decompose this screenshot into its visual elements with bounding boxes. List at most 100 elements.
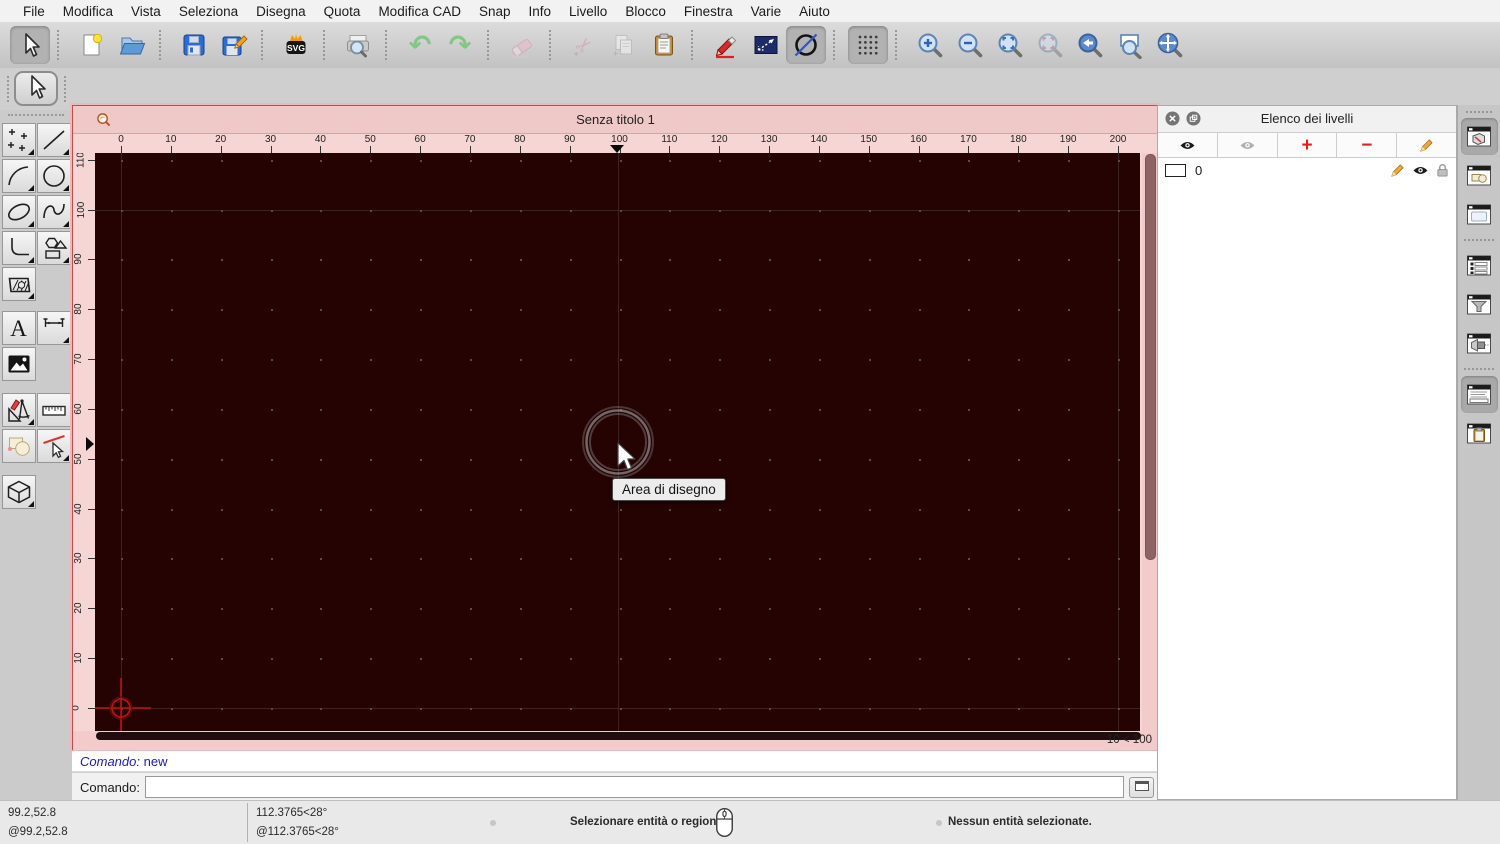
dock-clipboard-panel-button[interactable] [1461,415,1498,452]
drawing-canvas[interactable]: Area di disegno [95,153,1140,731]
menu-snap[interactable]: Snap [470,4,520,19]
line-tool-button[interactable] [37,123,71,157]
arc-tool-button[interactable] [2,159,36,193]
text-tool-button[interactable]: A [2,311,36,345]
dimension-tool-button[interactable] [37,311,71,345]
image-tool-button[interactable] [2,347,36,381]
shapes-tool-button[interactable] [37,231,71,265]
palette-drag-handle[interactable] [8,114,64,116]
grid-meta-line [95,210,1140,211]
svg-export-button[interactable]: SVG [276,26,316,64]
toolbar-drag-handle[interactable] [7,76,9,102]
edit-layer-button[interactable] [1397,133,1456,157]
erase-button[interactable] [502,26,542,64]
zoom-window-button[interactable] [1110,26,1150,64]
layer-panel-titlebar[interactable]: Elenco dei livelli [1158,106,1456,133]
menu-blocco[interactable]: Blocco [616,4,675,19]
menu-disegna[interactable]: Disegna [247,4,315,19]
command-dock: Comando: new Comando: [72,750,1157,801]
layer-row[interactable]: 0 [1158,158,1456,183]
drawing-window-titlebar[interactable]: Senza titolo 1 [73,106,1158,134]
menu-varie[interactable]: Varie [742,4,791,19]
info-tool-button[interactable] [37,429,71,463]
hide-all-layers-button[interactable] [1217,133,1278,157]
layer-lock-icon[interactable] [1436,163,1449,178]
zoom-out-button[interactable] [950,26,990,64]
auto-zoom-button[interactable] [990,26,1030,64]
menu-file[interactable]: File [14,4,54,19]
selection-pointer-button[interactable] [14,71,58,106]
menu-info[interactable]: Info [520,4,561,19]
solid-tool-button[interactable] [2,475,36,509]
hatch-tool-button[interactable] [2,267,36,301]
relative-zero-button[interactable] [746,26,786,64]
toolbar-drag-handle[interactable] [64,76,66,102]
draft-mode-button[interactable] [786,26,826,64]
save-as-button[interactable] [214,26,254,64]
menu-finestra[interactable]: Finestra [675,4,742,19]
menu-vista[interactable]: Vista [122,4,170,19]
measure-tool-button[interactable] [37,393,71,427]
zoom-redraw-button[interactable] [1030,26,1070,64]
zoom-pan-button[interactable] [1150,26,1190,64]
dock-property-list-button[interactable] [1461,247,1498,284]
pal-measure-icon [40,396,68,424]
layer-visibility-icon[interactable] [1412,164,1429,177]
vertical-scrollbar[interactable] [1142,153,1158,731]
print-preview-button[interactable] [338,26,378,64]
submenu-corner-icon [63,185,69,191]
new-drawing-button[interactable] [72,26,112,64]
undo-button[interactable]: ↶ [400,26,440,64]
show-all-layers-button[interactable] [1158,133,1218,157]
h-ruler-tick [519,146,521,153]
command-input[interactable] [144,776,1124,798]
grid-toggle-button[interactable] [848,26,888,64]
dock-drag-handle[interactable] [1466,111,1492,113]
v-ruler-number: 0 [73,705,81,711]
menu-seleziona[interactable]: Seleziona [170,4,247,19]
dock-view-widget-button[interactable] [1461,325,1498,362]
dock-block-list-button[interactable] [1461,157,1498,194]
edit-layer-icon[interactable] [1390,163,1405,178]
toolbar-separator [487,30,495,60]
selection-tools-button[interactable] [2,429,36,463]
zoom-previous-button[interactable] [1070,26,1110,64]
dock-selection-filter-button[interactable] [1461,286,1498,323]
horizontal-scrollbar-thumb[interactable] [96,732,1141,740]
points-tool-button[interactable] [2,123,36,157]
vertical-scrollbar-thumb[interactable] [1145,154,1156,560]
polyline-tool-button[interactable] [2,231,36,265]
grid-meta-line [95,708,1140,709]
edit-pen-button[interactable] [706,26,746,64]
eye-closed-icon [1239,139,1256,152]
select-button[interactable] [10,26,50,64]
menu-modifica-cad[interactable]: Modifica CAD [369,4,470,19]
horizontal-scrollbar[interactable]: 10 < 100 [73,731,1158,751]
menu-modifica[interactable]: Modifica [54,4,122,19]
submenu-corner-icon [63,149,69,155]
copy-button[interactable]: + [604,26,644,64]
remove-layer-button[interactable]: − [1337,133,1398,157]
menu-aiuto[interactable]: Aiuto [790,4,839,19]
float-panel-button[interactable] [1185,111,1201,127]
close-panel-button[interactable] [1164,111,1180,127]
zoom-in-button[interactable] [910,26,950,64]
dock-library-browser-button[interactable] [1461,196,1498,233]
circle-tool-button[interactable] [37,159,71,193]
add-layer-button[interactable]: + [1277,133,1338,157]
detach-command-button[interactable] [1129,776,1154,798]
paste-button[interactable] [644,26,684,64]
spline-tool-button[interactable] [37,195,71,229]
open-drawing-button[interactable] [112,26,152,64]
menu-livello[interactable]: Livello [560,4,616,19]
save-button[interactable] [174,26,214,64]
v-ruler-cursor-marker [86,437,94,451]
menu-quota[interactable]: Quota [315,4,370,19]
redo-button[interactable]: ↷ [440,26,480,64]
layer-color-swatch[interactable] [1165,164,1186,177]
cut-button[interactable]: ✂ + [564,26,604,64]
dock-command-line-button[interactable] [1460,376,1498,413]
ellipse-tool-button[interactable] [2,195,36,229]
modify-tools-button[interactable] [2,393,36,427]
dock-layer-list-button[interactable] [1460,118,1498,155]
